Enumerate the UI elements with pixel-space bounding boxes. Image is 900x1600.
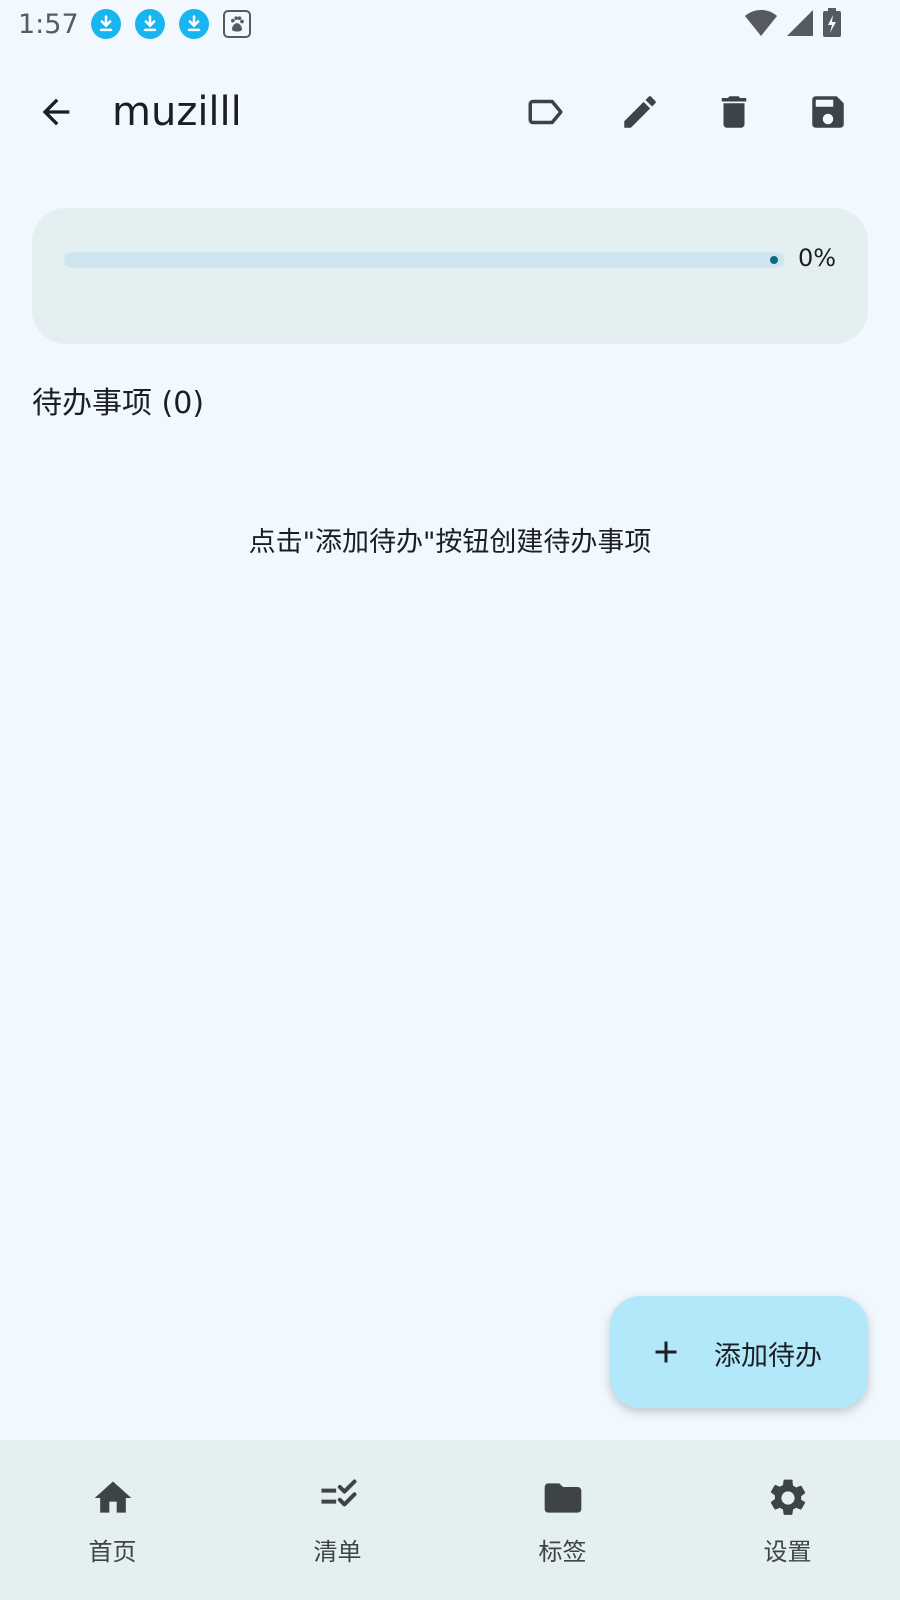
add-todo-button[interactable]: 添加待办: [610, 1296, 868, 1408]
folder-icon: [539, 1474, 587, 1522]
signal-icon: [786, 9, 814, 41]
save-icon: [812, 96, 844, 128]
settings-icon: [764, 1474, 812, 1522]
save-button[interactable]: [800, 84, 856, 140]
todos-section-title: 待办事项 (0): [32, 386, 205, 421]
download-icon: [134, 9, 165, 39]
page-title: muzilll: [112, 89, 242, 135]
battery-charging-icon: [822, 8, 842, 42]
add-todo-label: 添加待办: [714, 1341, 822, 1372]
download-icon: [178, 9, 209, 39]
label-button[interactable]: [518, 84, 574, 140]
add-icon: [642, 1328, 690, 1376]
edit-icon: [624, 96, 656, 128]
progress-card: 0%: [32, 208, 868, 344]
nav-item-tags[interactable]: 标签: [450, 1440, 675, 1600]
home-icon: [89, 1474, 137, 1522]
wifi-icon: [744, 8, 778, 42]
app-bar: muzilll: [0, 70, 900, 154]
baidu-paw-icon: [222, 10, 251, 38]
nav-label: 首页: [88, 1538, 137, 1566]
nav-item-home[interactable]: 首页: [0, 1440, 225, 1600]
progress-bar-indicator: [770, 256, 778, 264]
progress-percentage: 0%: [798, 244, 837, 272]
empty-state-hint: 点击"添加待办"按钮创建待办事项: [248, 527, 652, 558]
bottom-navigation: 首页 清单 标签 设置: [0, 1440, 900, 1600]
nav-label: 清单: [313, 1538, 362, 1566]
status-right-cluster: [744, 8, 842, 42]
delete-button[interactable]: [706, 84, 762, 140]
progress-bar-track: [64, 252, 784, 268]
download-icon: [90, 9, 121, 39]
arrow-back-icon: [42, 98, 70, 126]
edit-button[interactable]: [612, 84, 668, 140]
nav-label: 设置: [763, 1538, 812, 1566]
nav-label: 标签: [538, 1538, 587, 1566]
delete-icon: [721, 96, 747, 128]
checklist-icon: [314, 1474, 362, 1522]
label-icon: [528, 99, 563, 125]
status-bar: 1:57: [0, 0, 900, 48]
nav-item-settings[interactable]: 设置: [675, 1440, 900, 1600]
nav-item-checklist[interactable]: 清单: [225, 1440, 450, 1600]
status-time: 1:57: [18, 8, 79, 40]
back-button[interactable]: [28, 84, 84, 140]
